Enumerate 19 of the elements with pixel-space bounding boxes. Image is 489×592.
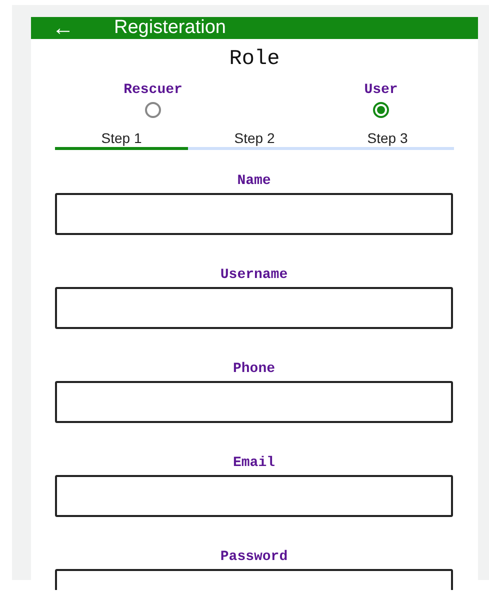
- radio-button[interactable]: [145, 102, 161, 118]
- step-tab[interactable]: Step 2: [188, 130, 321, 150]
- input-field[interactable]: [55, 193, 453, 235]
- radio-label: User: [364, 82, 398, 98]
- input-field[interactable]: [55, 287, 453, 329]
- field-label: Name: [237, 173, 271, 189]
- step-tab[interactable]: Step 3: [321, 130, 454, 150]
- step-tab[interactable]: Step 1: [55, 130, 188, 150]
- input-field[interactable]: [55, 381, 453, 423]
- field-label: Password: [220, 549, 288, 565]
- back-icon[interactable]: ←: [52, 17, 76, 39]
- input-field[interactable]: [55, 475, 453, 517]
- role-heading: Role: [229, 48, 280, 72]
- field-label: Username: [220, 267, 288, 283]
- field-label: Email: [232, 455, 275, 471]
- field-label: Phone: [232, 361, 275, 377]
- radio-button[interactable]: [373, 102, 389, 118]
- radio-label: Rescuer: [124, 82, 182, 98]
- screen-title: Registeration: [114, 17, 226, 39]
